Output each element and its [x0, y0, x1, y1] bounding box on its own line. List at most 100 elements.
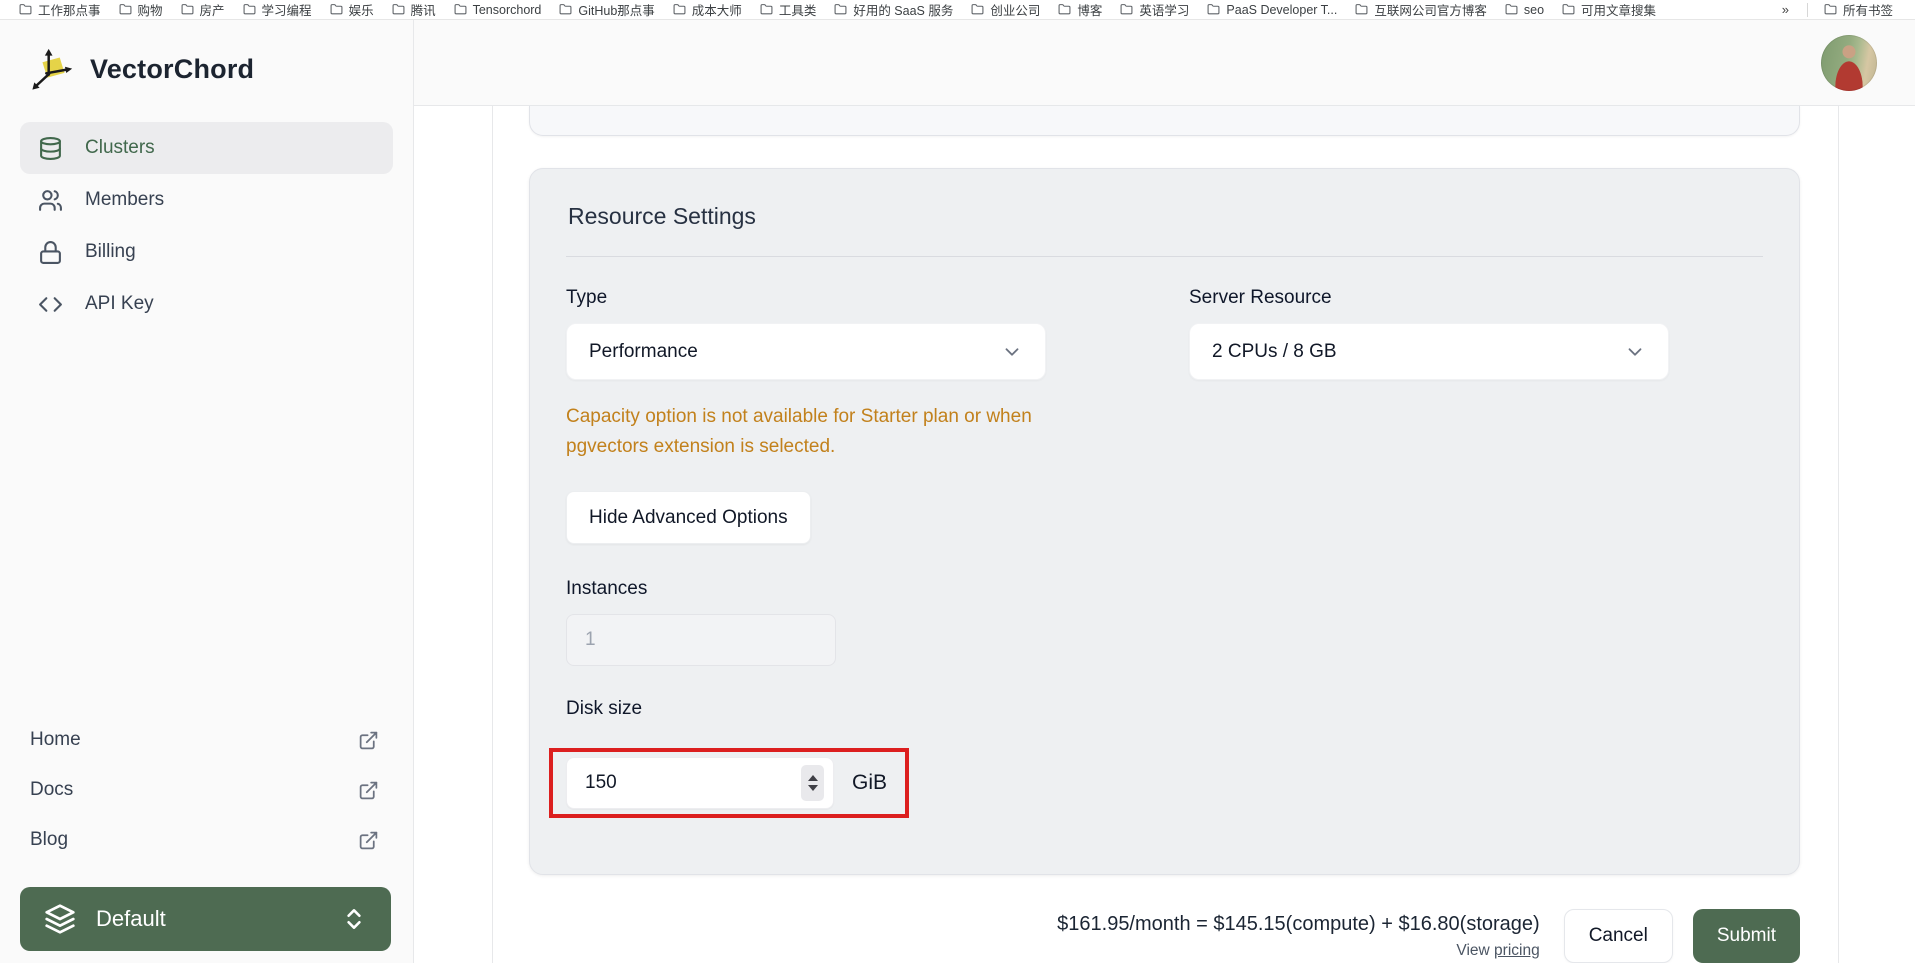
folder-icon [243, 4, 256, 15]
stepper-down-icon[interactable] [807, 785, 818, 791]
logo-text: VectorChord [90, 53, 255, 84]
bookmark-folder-item[interactable]: 工具类 [751, 0, 826, 19]
price-summary: $161.95/month = $145.15(compute) + $16.8… [1057, 912, 1540, 935]
workspace-switcher-button[interactable]: Default [20, 887, 391, 951]
scroll-area[interactable]: Resource Settings Type Performance Capac… [493, 106, 1838, 963]
sidebar: VectorChord Clusters Members Billing API… [0, 20, 414, 963]
stepper-up-icon[interactable] [807, 775, 818, 781]
sidebar-item-members[interactable]: Members [20, 174, 393, 226]
bookmark-folder-item[interactable]: 房产 [172, 0, 234, 19]
bookmark-folder-item[interactable]: 好用的 SaaS 服务 [825, 0, 962, 19]
bookmark-folder-item[interactable]: 成本大师 [664, 0, 751, 19]
bookmark-folder-item[interactable]: 购物 [110, 0, 172, 19]
bookmark-label: 房产 [199, 4, 225, 18]
all-bookmarks-label: 所有书签 [1842, 4, 1893, 18]
bookmark-folder-item[interactable]: 互联网公司官方博客 [1346, 0, 1496, 19]
sidebar-item-label: Billing [85, 241, 136, 262]
form-right-column: Server Resource 2 CPUs / 8 GB [1189, 287, 1669, 381]
sidebar-item-api-key[interactable]: API Key [20, 278, 393, 330]
left-gutter [414, 106, 493, 963]
bookmark-folder-item[interactable]: 可用文章搜集 [1553, 0, 1665, 19]
bookmark-label: 购物 [137, 4, 163, 18]
external-link-item[interactable]: Blog [30, 815, 379, 865]
folder-icon [392, 4, 405, 15]
bookmark-folder-item[interactable]: 工作那点事 [10, 0, 110, 19]
workspace-name: Default [96, 906, 166, 931]
folder-icon [19, 4, 32, 15]
server-resource-select[interactable]: 2 CPUs / 8 GB [1189, 323, 1669, 381]
bookmark-label: seo [1523, 2, 1545, 17]
user-avatar[interactable] [1821, 34, 1877, 91]
sidebar-item-label: Members [85, 189, 165, 210]
disk-size-unit: GiB [852, 771, 888, 794]
sidebar-item-label: Clusters [85, 137, 155, 158]
bookmarks-overflow-chevron[interactable]: » [1768, 2, 1803, 17]
bookmark-folder-item[interactable]: 创业公司 [962, 0, 1049, 19]
folder-icon [181, 4, 193, 15]
folder-icon [1355, 4, 1368, 15]
sidebar-footer-links: Home Docs Blog [0, 715, 413, 871]
external-link-icon [359, 731, 378, 749]
bookmark-label: 创业公司 [990, 4, 1041, 18]
bookmark-label: 成本大师 [691, 4, 742, 18]
content-wrap: Resource Settings Type Performance Capac… [414, 106, 1915, 963]
disk-size-label: Disk size [566, 698, 643, 719]
form-left-column: Type Performance Capacity option is not … [549, 287, 1046, 818]
capacity-warning-text: Capacity option is not available for Sta… [566, 406, 1032, 457]
card-divider [566, 256, 1763, 258]
sidebar-item-billing[interactable]: Billing [20, 226, 393, 278]
bookmark-label: 娱乐 [348, 4, 374, 18]
chevron-down-icon [1628, 347, 1642, 356]
chevron-down-icon [1005, 347, 1019, 356]
folder-icon [454, 4, 467, 15]
bookmark-folder-item[interactable]: seo [1496, 3, 1553, 17]
bookmark-folder-item[interactable]: 腾讯 [383, 0, 445, 19]
bookmarks-list: 工作那点事 购物 房产 学习编程 娱乐 腾讯 Tensorchord GitHu… [10, 0, 1665, 19]
server-resource-select-value: 2 CPUs / 8 GB [1212, 340, 1337, 362]
folder-icon [119, 4, 131, 15]
resource-settings-card: Resource Settings Type Performance Capac… [529, 168, 1800, 875]
browser-bookmarks-bar: 工作那点事 购物 房产 学习编程 娱乐 腾讯 Tensorchord GitHu… [0, 0, 1915, 20]
price-summary-block: $161.95/month = $145.15(compute) + $16.8… [1057, 913, 1540, 960]
bookmark-folder-item[interactable]: PaaS Developer T... [1198, 3, 1346, 17]
app-window: VectorChord Clusters Members Billing API… [0, 20, 1915, 963]
number-stepper[interactable] [801, 765, 824, 801]
resource-form: Type Performance Capacity option is not … [549, 287, 1763, 818]
pricing-link[interactable]: pricing [1494, 942, 1540, 959]
card-title: Resource Settings [568, 203, 756, 230]
external-link-item[interactable]: Docs [30, 765, 379, 815]
logo[interactable]: VectorChord [0, 20, 413, 116]
bookmark-folder-item[interactable]: 娱乐 [321, 0, 383, 19]
bookmark-label: 腾讯 [410, 4, 436, 18]
type-select[interactable]: Performance [566, 323, 1046, 381]
bookmark-label: PaaS Developer T... [1226, 2, 1338, 17]
external-link-icon [359, 781, 378, 799]
instances-input[interactable] [566, 614, 836, 666]
cancel-button[interactable]: Cancel [1563, 909, 1673, 963]
sidebar-nav: Clusters Members Billing API Key [0, 116, 413, 330]
disk-size-input[interactable]: 150 [566, 757, 834, 809]
external-link-icon [359, 831, 378, 849]
external-link-item[interactable]: Home [30, 715, 379, 765]
bookmark-label: GitHub那点事 [578, 4, 655, 18]
disk-size-value: 150 [585, 772, 617, 793]
folder-icon [559, 4, 572, 15]
hide-advanced-options-button[interactable]: Hide Advanced Options [566, 491, 811, 544]
bookmark-folder-item[interactable]: 学习编程 [234, 0, 321, 19]
database-icon [40, 136, 61, 160]
view-pricing-line: View pricing [1057, 942, 1540, 960]
all-bookmarks-button[interactable]: 所有书签 [1812, 0, 1905, 19]
folder-icon [1058, 4, 1071, 15]
bookmark-folder-item[interactable]: 英语学习 [1111, 0, 1198, 19]
bookmark-folder-item[interactable]: 博客 [1049, 0, 1111, 19]
folder-icon [330, 4, 343, 15]
folder-icon [1505, 4, 1518, 15]
folder-icon [1120, 4, 1133, 15]
bookmark-folder-item[interactable]: Tensorchord [445, 3, 551, 17]
submit-button[interactable]: Submit [1692, 909, 1800, 963]
bookmark-folder-item[interactable]: GitHub那点事 [550, 0, 663, 19]
sidebar-item-clusters[interactable]: Clusters [20, 122, 393, 174]
bookmarks-separator [1806, 2, 1808, 17]
type-select-value: Performance [589, 340, 698, 362]
